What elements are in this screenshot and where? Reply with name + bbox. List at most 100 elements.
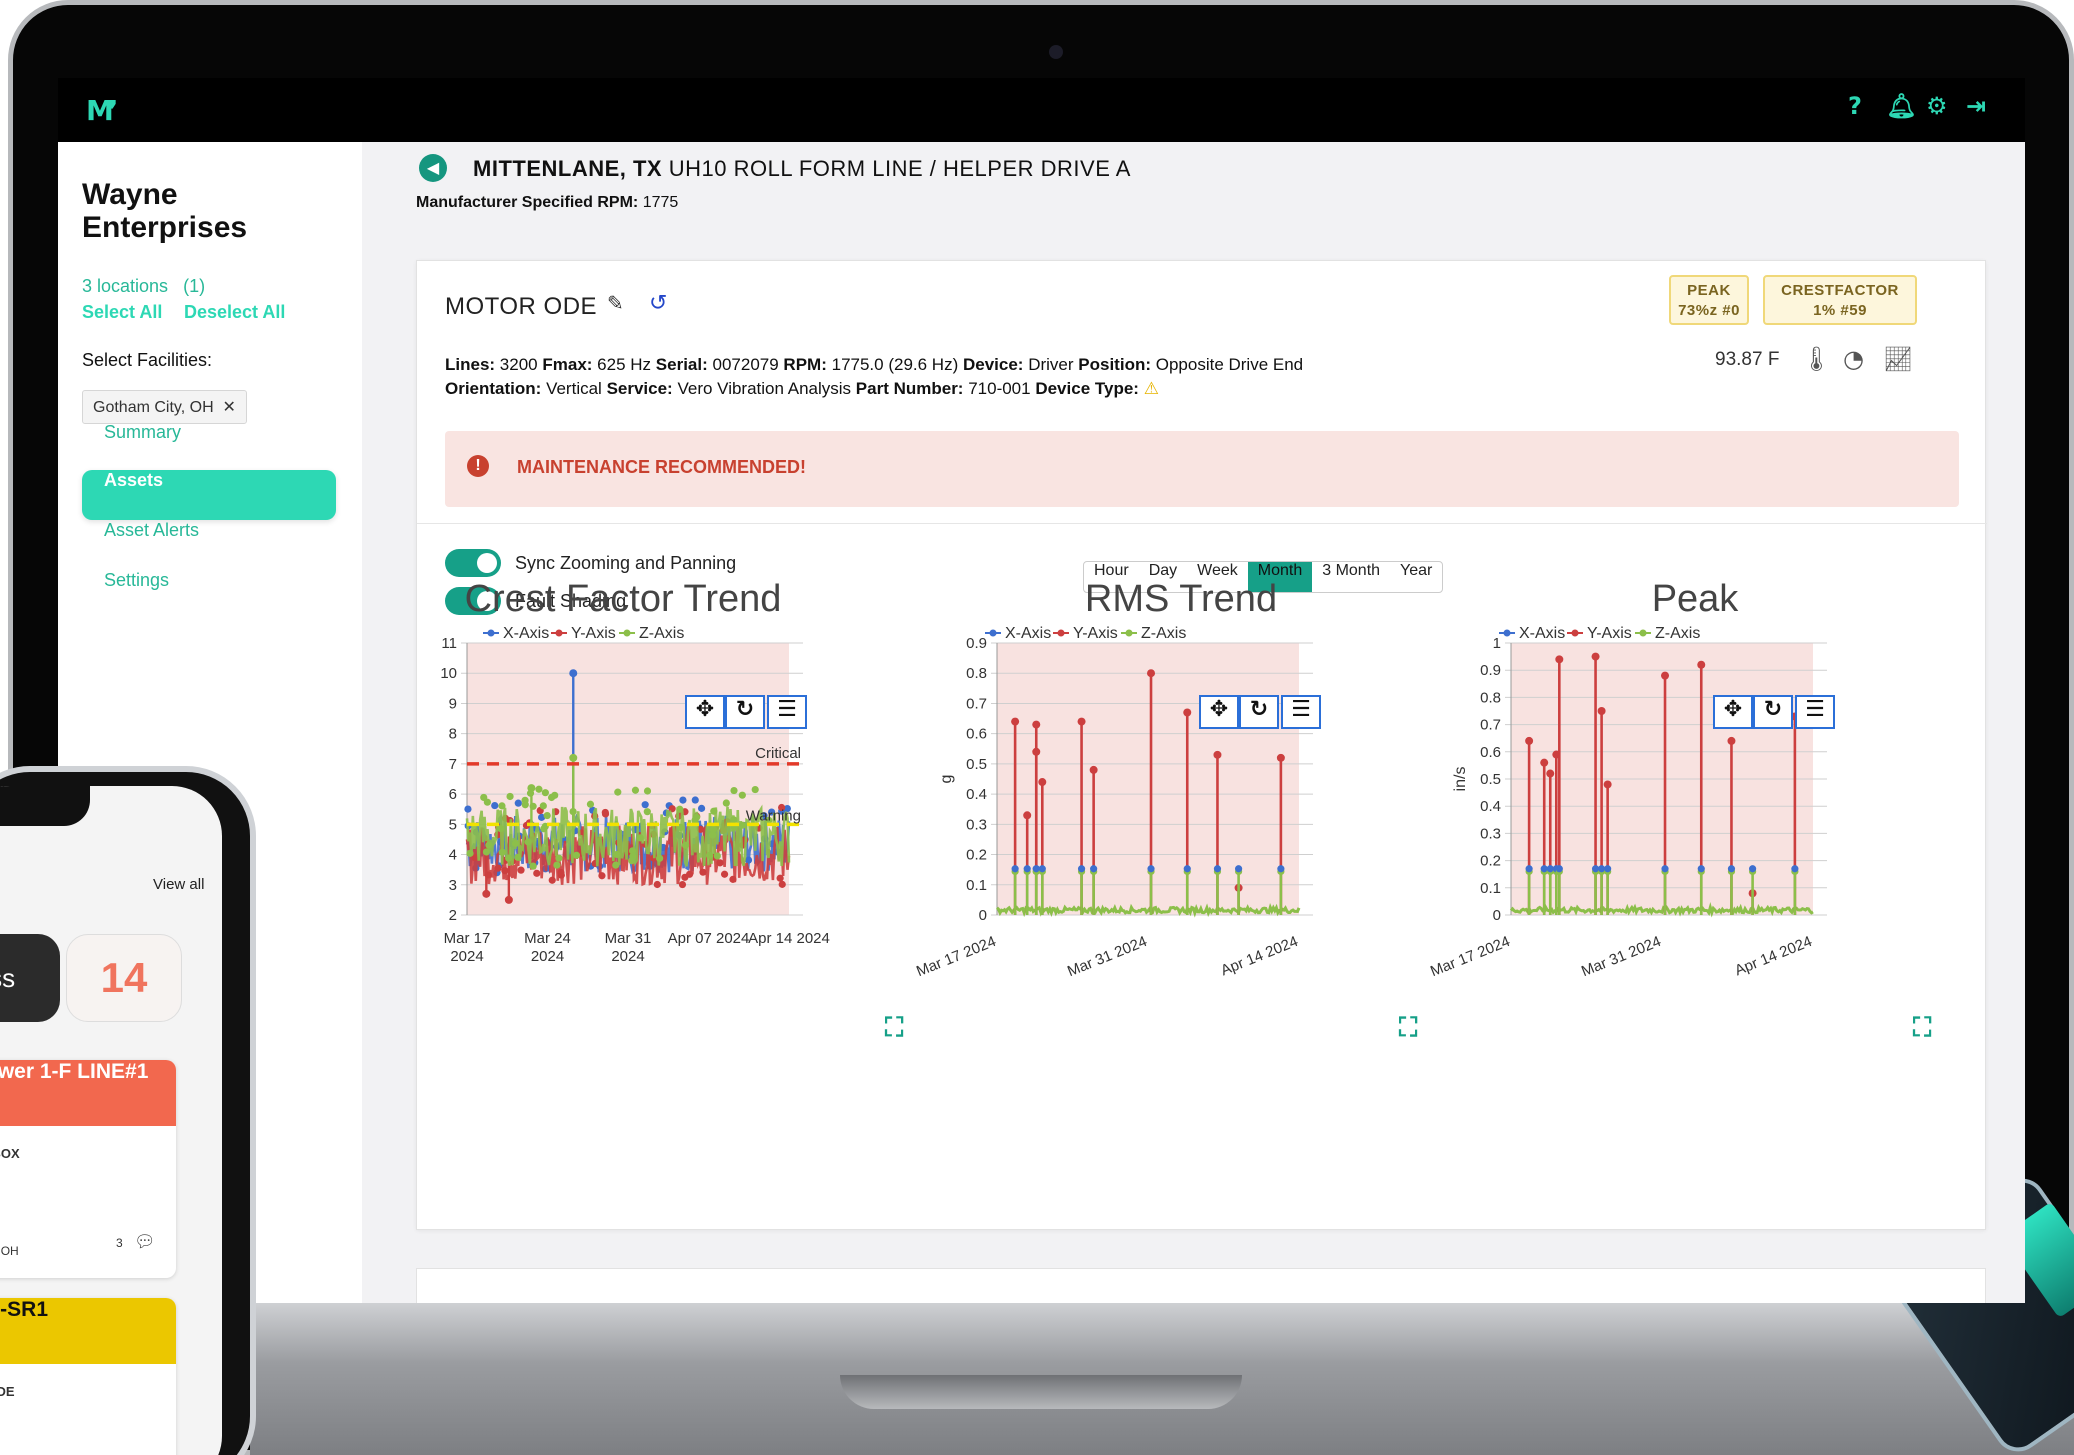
range-3-month[interactable]: 3 Month: [1312, 562, 1390, 592]
selected-count: (1): [183, 276, 206, 296]
crest-menu-button[interactable]: ☰: [767, 695, 807, 729]
legend-label: Z-Axis: [639, 625, 684, 642]
sidebar-item-assets[interactable]: Assets: [82, 470, 336, 520]
data-point: [539, 802, 547, 810]
comment-icon[interactable]: 💬︎: [134, 1232, 156, 1252]
y-tick-label: 0.7: [1480, 717, 1501, 734]
crestfactor-badge[interactable]: CRESTFACTOR 1% #59: [1763, 275, 1917, 325]
data-point: [548, 876, 556, 884]
x-tick-label: Mar 31 2024: [1579, 933, 1663, 980]
x-tick-label: Apr 14 2024: [1218, 933, 1300, 979]
data-point: [778, 880, 786, 888]
data-point: [679, 796, 687, 804]
x-point: [1727, 865, 1736, 873]
alert-card[interactable]: Blower 1-F LINE#1 EARBOX JA anton, OH 3 …: [0, 1060, 176, 1278]
sync-zoom-toggle[interactable]: [445, 549, 501, 577]
laptop-hinge: [840, 1375, 1242, 1409]
peak-menu-button[interactable]: ☰: [1795, 695, 1835, 729]
y-axis-label: g: [938, 775, 955, 784]
sidebar-item-asset-alerts[interactable]: Asset Alerts: [82, 520, 336, 570]
x-point: [1038, 865, 1046, 873]
count-box[interactable]: 14: [66, 934, 182, 1022]
bell-icon[interactable]: 🔔︎: [1886, 92, 1916, 120]
data-point: [686, 870, 694, 878]
spec-fmax-label: Fmax:: [542, 355, 593, 374]
facility-chip[interactable]: Gotham City, OH ✕: [82, 390, 247, 424]
alert-card[interactable]: T61-SR1 lotor DE: [0, 1298, 176, 1455]
data-point: [713, 852, 721, 860]
rms-pan-button[interactable]: ✥: [1199, 695, 1239, 729]
view-all-link[interactable]: View all: [153, 876, 204, 893]
data-point: [720, 870, 729, 878]
x-point: [1277, 865, 1285, 873]
crest-reset-button[interactable]: ↻: [725, 695, 765, 729]
locations-count: 3 locations (1): [82, 276, 205, 297]
back-button[interactable]: ◀: [419, 154, 447, 182]
expand-icon[interactable]: ⛶: [1913, 1013, 1931, 1044]
peak-pan-button[interactable]: ✥: [1713, 695, 1753, 729]
y-tick-label: 0.6: [1480, 744, 1501, 761]
data-point: [482, 848, 491, 856]
sensor-name: MOTOR ODE: [445, 293, 598, 320]
legend-marker: [487, 629, 495, 637]
spike-point: [1546, 769, 1555, 778]
x-point: [1235, 865, 1243, 873]
thermometer-icon[interactable]: 🌡︎: [1801, 345, 1831, 373]
expand-icon[interactable]: ⛶: [885, 1013, 903, 1044]
spec-part-value: 710-001: [968, 379, 1031, 398]
y-axis-label: in/s: [1452, 767, 1469, 792]
data-point: [676, 805, 684, 813]
spike-point: [569, 669, 578, 678]
crest-pan-button[interactable]: ✥: [685, 695, 725, 729]
sidebar-item-summary[interactable]: Summary: [82, 422, 336, 472]
spec-part-label: Part Number:: [855, 379, 964, 398]
gear-icon[interactable]: ⚙: [1926, 92, 1948, 120]
edit-icon[interactable]: ✎: [607, 291, 624, 315]
chart-title: Peak: [1652, 578, 1740, 620]
x-tick-label: 2024: [450, 948, 483, 965]
data-point: [524, 838, 532, 846]
x-tick-label: Mar 17 2024: [1428, 933, 1512, 980]
legend-marker: [989, 629, 997, 637]
x-tick-label: 2024: [611, 948, 644, 965]
rms-menu-button[interactable]: ☰: [1281, 695, 1321, 729]
peak-badge[interactable]: PEAK 73%z #0: [1669, 275, 1749, 325]
data-point: [697, 804, 706, 812]
y-tick-label: 0.8: [1480, 689, 1501, 706]
spike-point: [1023, 811, 1032, 820]
alert-text: MAINTENANCE RECOMMENDED!: [517, 457, 806, 477]
logo[interactable]: M’: [86, 94, 118, 127]
in-progress-pill[interactable]: ress: [0, 934, 60, 1022]
data-point: [541, 789, 549, 797]
data-point: [553, 861, 561, 869]
asset-title: MITTENLANE, TX UH10 ROLL FORM LINE / HEL…: [473, 156, 1131, 182]
x-point: [1749, 865, 1757, 873]
data-point: [705, 851, 714, 859]
legend-label: X-Axis: [1519, 625, 1565, 642]
spec-serial-value: 0072079: [712, 355, 779, 374]
data-point: [653, 880, 661, 889]
trend-chart-icon[interactable]: 📈︎: [1883, 345, 1913, 373]
spec-lines-label: Lines:: [445, 355, 496, 374]
gauge-icon[interactable]: ◔: [1843, 345, 1864, 373]
data-point: [491, 801, 499, 810]
help-icon[interactable]: ?: [1848, 92, 1862, 120]
y-tick-label: 1: [1493, 635, 1501, 652]
deselect-all-link[interactable]: Deselect All: [184, 302, 285, 323]
expand-icon[interactable]: ⛶: [1399, 1013, 1417, 1044]
rms-reset-button[interactable]: ↻: [1239, 695, 1279, 729]
select-all-link[interactable]: Select All: [82, 302, 162, 323]
x-point: [1183, 865, 1191, 873]
logout-icon[interactable]: ⇥: [1966, 92, 1986, 120]
x-tick-label: Mar 24: [524, 930, 571, 947]
peak-reset-button[interactable]: ↻: [1753, 695, 1793, 729]
sidebar-item-settings[interactable]: Settings: [82, 570, 336, 620]
temperature-value: 93.87 F: [1715, 349, 1780, 370]
y-tick-label: 11: [441, 635, 457, 652]
peak-badge-value: 73%z #0: [1678, 302, 1740, 319]
y-tick-label: 10: [440, 665, 457, 682]
legend-label: Y-Axis: [1587, 625, 1632, 642]
range-year[interactable]: Year: [1390, 562, 1442, 592]
close-icon[interactable]: ✕: [218, 399, 236, 416]
history-icon[interactable]: ↺: [649, 291, 667, 316]
